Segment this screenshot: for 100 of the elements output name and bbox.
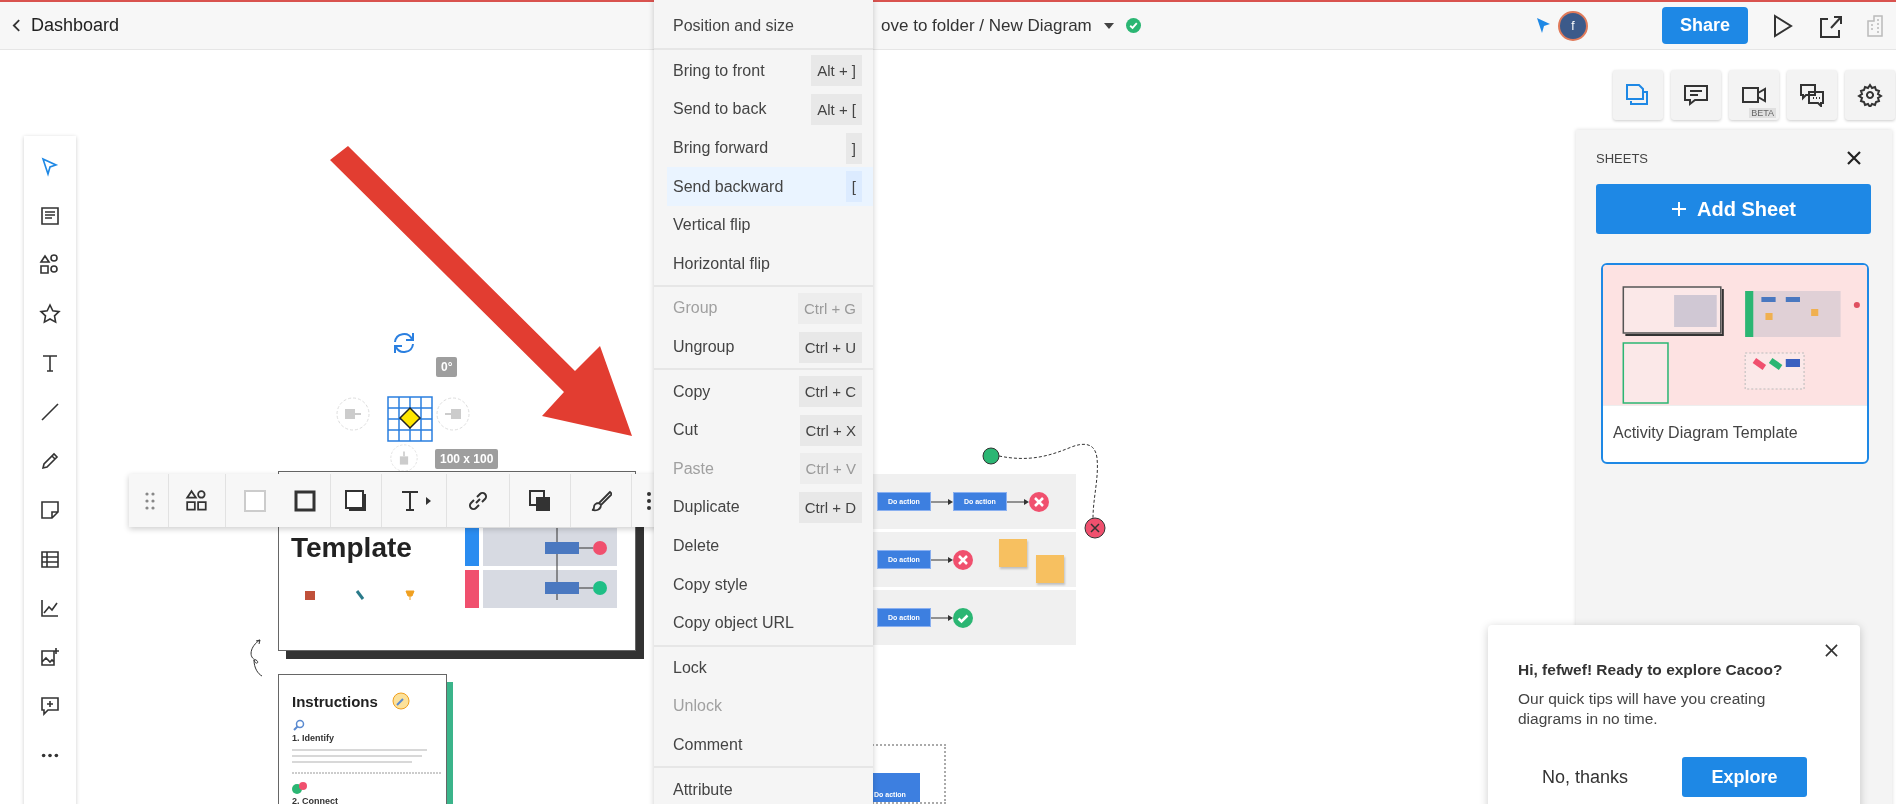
shapes-icon (185, 488, 209, 513)
shortcut-key: ] (845, 132, 862, 164)
connector-handle-icon[interactable] (336, 397, 370, 431)
connector-arrow (930, 556, 953, 563)
no-thanks-button[interactable]: No, thanks (1522, 757, 1649, 797)
more-icon (40, 752, 60, 758)
back-link[interactable]: Dashboard (12, 15, 120, 36)
instructions-title: Instructions (292, 693, 378, 710)
breadcrumb[interactable]: ove to folder / New Diagram (881, 15, 1092, 36)
cursor-icon[interactable] (1535, 16, 1552, 35)
shortcut-key: Ctrl + C (798, 376, 862, 408)
line-icon (39, 401, 61, 423)
shortcut-key: [ (845, 171, 862, 203)
popup-title: Hi, fefwef! Ready to explore Cacoo? (1518, 661, 1784, 679)
table-icon (39, 548, 61, 570)
pencil-icon (39, 450, 61, 472)
template-title: Template (291, 532, 412, 564)
more-icon (646, 490, 652, 511)
menu-item-label: Lock (673, 658, 707, 677)
menu-item[interactable]: Vertical flip (654, 205, 873, 245)
sticky-icon (39, 499, 61, 521)
menu-item[interactable]: Lock (654, 648, 873, 688)
menu-item[interactable]: Send to back Alt + [ (654, 90, 873, 129)
star-icon (39, 303, 61, 325)
shortcut-key: Ctrl + D (798, 491, 862, 523)
cross-circle-icon[interactable] (952, 549, 973, 570)
add-sheet-button[interactable]: Add Sheet (1596, 184, 1871, 234)
menu-item-label: Vertical flip (673, 216, 751, 235)
menu-item-label: Cut (673, 421, 698, 440)
popup-message: Our quick tips will have you creating diagrams in no time. (1518, 689, 1767, 729)
menu-item[interactable]: Horizontal flip (654, 244, 873, 284)
step-title: 2. Connect (292, 796, 338, 804)
settings-panel-button[interactable] (1845, 70, 1895, 120)
panel-title: SHEETS (1596, 150, 1648, 166)
menu-item-label: Paste (673, 459, 714, 478)
menu-item[interactable]: Copy object URL (654, 603, 873, 643)
shortcut-key: Alt + ] (811, 55, 862, 87)
sheet-card[interactable]: Activity Diagram Template (1601, 263, 1869, 464)
check-circle-icon[interactable] (952, 607, 973, 628)
menu-item[interactable]: Copy Ctrl + C (654, 372, 873, 411)
menu-item-label: Copy (673, 382, 711, 401)
sheet-name: Activity Diagram Template (1603, 405, 1867, 462)
selected-shape-drawing[interactable] (387, 396, 433, 442)
status-icons-drawing (292, 782, 308, 794)
instructions-card[interactable]: Instructions 1. Identify 2. Connect (278, 674, 447, 804)
rotation-label: 0° (436, 357, 458, 377)
chat-panel-button[interactable] (1787, 70, 1837, 120)
menu-item[interactable]: Comment (654, 725, 873, 765)
connector-arrow (930, 498, 953, 505)
play-icon[interactable] (1772, 13, 1794, 38)
close-icon[interactable] (1825, 644, 1838, 657)
arrange-icon (529, 489, 551, 512)
shortcut-key: Ctrl + V (799, 453, 862, 485)
menu-item[interactable]: Delete (654, 526, 873, 566)
settings-icon (1857, 83, 1883, 107)
connector-arrow (1006, 498, 1029, 505)
shortcut-key: Ctrl + U (798, 331, 862, 363)
image-icon (39, 646, 61, 668)
menu-item[interactable]: Bring forward ] (654, 128, 873, 168)
connector-handle-icon[interactable] (390, 444, 418, 472)
menu-item[interactable]: Cut Ctrl + X (654, 410, 873, 450)
menu-item-label: Position and size (673, 17, 794, 36)
menu-item[interactable]: Send backward [ (667, 167, 873, 206)
connector-handle-icon[interactable] (436, 397, 470, 431)
menu-item-label: Send to back (673, 100, 767, 119)
chart-icon (39, 597, 61, 619)
menu-item[interactable]: Ungroup Ctrl + U (654, 327, 873, 367)
menu-item-label: Attribute (673, 780, 733, 799)
share-button[interactable]: Share (1661, 7, 1748, 44)
menu-item[interactable]: Position and size (654, 7, 873, 46)
menu-item-label: Unlock (673, 697, 722, 716)
menu-item[interactable]: Bring to front Alt + ] (654, 51, 873, 91)
compass-icon (392, 692, 410, 710)
shapes-icon (39, 254, 61, 276)
size-label: 100 x 100 (435, 449, 499, 469)
chat-icon (1799, 83, 1825, 107)
sheets-panel-button[interactable] (1613, 70, 1663, 120)
page-icon (39, 205, 61, 227)
menu-item-label: Bring forward (673, 139, 769, 158)
explore-button[interactable]: Explore (1682, 757, 1808, 797)
menu-item[interactable]: Duplicate Ctrl + D (654, 488, 873, 527)
dropdown-caret-icon[interactable] (1103, 22, 1114, 29)
brush-icon (590, 489, 612, 512)
menu-item[interactable]: Copy style (654, 565, 873, 604)
plus-icon (1671, 201, 1688, 217)
border-icon (294, 489, 316, 512)
shortcut-key: Ctrl + G (797, 292, 862, 324)
shortcut-key: Ctrl + X (799, 414, 862, 446)
comment-panel-button[interactable] (1671, 70, 1721, 120)
user-avatar[interactable]: f (1557, 10, 1588, 41)
beta-badge: BETA (1749, 108, 1776, 118)
comment-icon (39, 695, 61, 717)
cross-circle-icon[interactable] (1028, 491, 1049, 512)
menu-item-label: Group (673, 299, 718, 318)
curved-arrow-icon (248, 638, 264, 678)
shadow-icon (345, 489, 367, 512)
video-panel-button[interactable]: BETA (1729, 70, 1779, 120)
menu-item-label: Duplicate (673, 498, 740, 517)
close-icon[interactable] (1846, 150, 1862, 166)
sheets-icon (1625, 83, 1651, 107)
